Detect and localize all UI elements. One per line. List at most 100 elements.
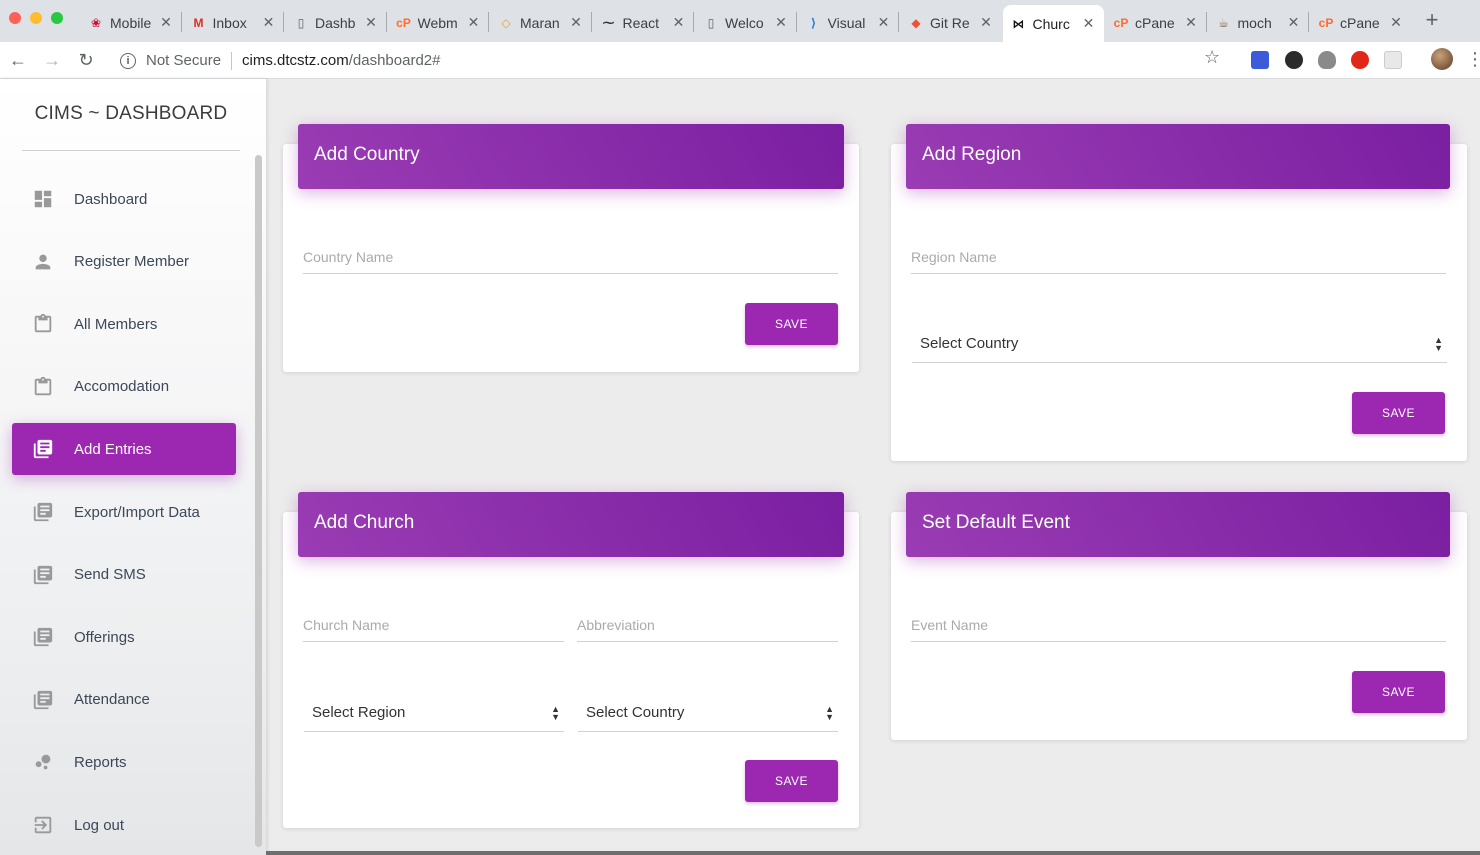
browser-tab[interactable]: cP cPane ✕ [1310, 5, 1411, 40]
clipboard-icon [31, 312, 55, 336]
tab-close-icon[interactable]: ✕ [1184, 14, 1198, 31]
browser-tab[interactable]: cP Webm ✕ [388, 5, 489, 40]
browser-tab[interactable]: M Inbox ✕ [183, 5, 284, 40]
profile-avatar[interactable] [1431, 48, 1453, 70]
extension-icon[interactable] [1251, 51, 1269, 69]
region-name-input[interactable] [911, 240, 1446, 273]
tab-close-icon[interactable]: ✕ [159, 14, 173, 31]
tab-title: moch [1237, 14, 1272, 31]
tab-close-icon[interactable]: ✕ [877, 14, 891, 31]
add-church-card: Add Church Select Region ▲▼ Select Count… [283, 492, 859, 828]
bookmark-star-icon[interactable]: ☆ [1204, 47, 1220, 68]
page-icon: ▯ [707, 15, 715, 30]
extension-icon[interactable] [1285, 51, 1303, 69]
tab-close-icon[interactable]: ✕ [1287, 14, 1301, 31]
new-tab-button[interactable]: + [1420, 8, 1444, 32]
url-text[interactable]: cims.dtcstz.com/dashboard2# [242, 52, 440, 69]
browser-tab[interactable]: ▯ Dashb ✕ [285, 5, 386, 40]
sidebar-item-offerings[interactable]: Offerings [12, 611, 236, 663]
minimize-window-button[interactable] [30, 12, 42, 24]
sidebar-scrollbar[interactable] [255, 155, 262, 847]
church-region-select[interactable]: Select Region ▲ ▼ [304, 694, 564, 732]
maximize-window-button[interactable] [51, 12, 63, 24]
sidebar-item-dashboard[interactable]: Dashboard [12, 173, 236, 225]
sidebar-item-register-member[interactable]: Register Member [12, 236, 236, 288]
region-name-field[interactable] [911, 240, 1446, 274]
sidebar-item-label: Accomodation [74, 378, 170, 396]
tab-close-icon[interactable]: ✕ [979, 14, 993, 31]
tab-separator [180, 12, 182, 32]
tab-close-icon[interactable]: ✕ [364, 14, 378, 31]
sidebar-item-reports[interactable]: Reports [12, 736, 236, 788]
tab-separator [488, 12, 489, 32]
country-name-field[interactable] [303, 240, 838, 274]
library-books-icon [31, 563, 55, 587]
sidebar-item-label: All Members [74, 315, 158, 333]
card-header: Set Default Event [906, 492, 1450, 557]
card-title: Add Country [314, 144, 420, 165]
event-name-field[interactable] [911, 608, 1446, 642]
brand-title: CIMS ~ DASHBOARD [34, 103, 228, 124]
address-bar[interactable]: i Not Secure cims.dtcstz.com/dashboard2# [110, 46, 1240, 75]
library-books-icon [31, 437, 55, 461]
page-bottom-edge [266, 851, 1480, 855]
back-arrow-icon[interactable]: ← [6, 48, 30, 72]
tab-close-icon[interactable]: ✕ [569, 14, 583, 31]
sidebar-item-send-sms[interactable]: Send SMS [12, 549, 236, 601]
browser-tab[interactable]: ☕ moch ✕ [1208, 5, 1309, 40]
tab-close-icon[interactable]: ✕ [467, 14, 481, 31]
tab-close-icon[interactable]: ✕ [262, 14, 276, 31]
reload-icon[interactable]: ↻ [74, 48, 98, 72]
abbreviation-input[interactable] [577, 608, 838, 641]
church-name-input[interactable] [303, 608, 564, 641]
save-church-button[interactable]: SAVE [745, 760, 838, 802]
info-icon[interactable]: i [120, 52, 136, 69]
sidebar-item-add-entries[interactable]: Add Entries [12, 423, 236, 476]
browser-tab[interactable]: ❀ Mobile ✕ [80, 5, 181, 40]
browser-tab[interactable]: ⟩ Visual ✕ [798, 5, 899, 40]
browser-tab[interactable]: ◆ Git Re ✕ [900, 5, 1001, 40]
browser-tab[interactable]: ◇ Maran ✕ [490, 5, 591, 40]
event-name-input[interactable] [911, 608, 1446, 641]
sidebar-item-export-import-data[interactable]: Export/Import Data [12, 486, 236, 538]
save-region-button[interactable]: SAVE [1352, 392, 1445, 434]
church-name-field[interactable] [303, 608, 564, 642]
url-path: /dashboard2# [348, 52, 441, 69]
tab-close-icon[interactable]: ✕ [1082, 15, 1096, 32]
card-header: Add Church [298, 492, 844, 557]
sidebar-item-log-out[interactable]: Log out [12, 799, 236, 851]
browser-tab[interactable]: cP cPane ✕ [1105, 5, 1206, 40]
forward-arrow-icon[interactable]: → [40, 48, 64, 72]
sidebar-item-all-members[interactable]: All Members [12, 298, 236, 350]
country-name-input[interactable] [303, 240, 838, 273]
church-country-select[interactable]: Select Country ▲ ▼ [578, 694, 838, 732]
extension-icon[interactable] [1318, 51, 1336, 69]
sidebar-item-label: Reports [74, 753, 127, 771]
sidebar-item-label: Add Entries [74, 440, 152, 458]
extension-icon[interactable] [1384, 51, 1402, 69]
opera-icon[interactable] [1351, 51, 1369, 69]
save-country-button[interactable]: SAVE [745, 303, 838, 345]
page-icon: ▯ [297, 15, 305, 30]
region-country-select[interactable]: Select Country ▲ ▼ [912, 325, 1447, 363]
browser-tab[interactable]: ▯ Welco ✕ [695, 5, 796, 40]
tab-close-icon[interactable]: ✕ [672, 14, 686, 31]
sidebar-item-accomodation[interactable]: Accomodation [12, 361, 236, 413]
brand-divider [22, 150, 240, 151]
tab-separator [1205, 12, 1207, 32]
browser-menu-icon[interactable]: ⋮ [1466, 48, 1480, 70]
library-books-icon [31, 688, 55, 712]
tab-close-icon[interactable]: ✕ [774, 14, 788, 31]
browser-tab[interactable]: ⁓ React ✕ [593, 5, 694, 40]
browser-tab[interactable]: ⋈ Churc ✕ [1002, 5, 1104, 42]
sidebar-item-attendance[interactable]: Attendance [12, 674, 236, 726]
tab-title: Webm [417, 14, 458, 31]
abbreviation-field[interactable] [577, 608, 838, 642]
huawei-icon: ❀ [90, 15, 102, 30]
save-event-button[interactable]: SAVE [1352, 671, 1445, 713]
tab-close-icon[interactable]: ✕ [1389, 14, 1403, 31]
tab-separator [385, 12, 387, 32]
add-country-card: Add Country SAVE [283, 124, 859, 372]
close-window-button[interactable] [9, 12, 21, 24]
card-title: Add Region [922, 144, 1022, 165]
